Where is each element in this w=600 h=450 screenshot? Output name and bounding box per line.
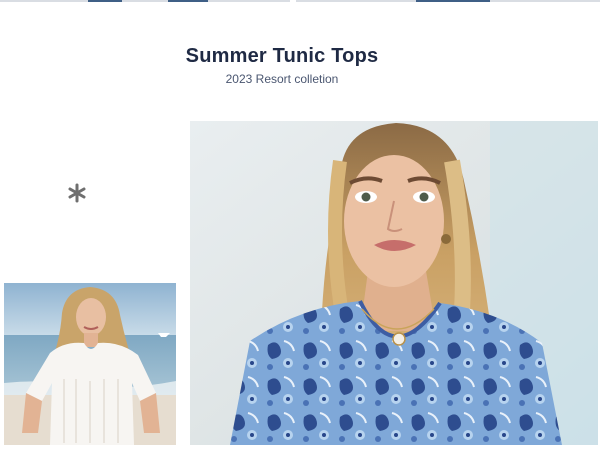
asterisk-icon: [66, 182, 88, 204]
strip-segment: [168, 0, 208, 2]
page-title: Summer Tunic Tops: [185, 45, 379, 67]
strip-segment: [416, 0, 490, 2]
product-thumbnail-image[interactable]: [4, 283, 176, 445]
strip-segment: [88, 0, 122, 2]
page-subtitle: 2023 Resort colletion: [225, 72, 339, 86]
product-page: Summer Tunic Tops 2023 Resort colletion: [0, 0, 600, 450]
top-image-strip: [0, 0, 600, 3]
strip-segment: [0, 0, 290, 2]
product-hero-image[interactable]: [190, 121, 598, 445]
